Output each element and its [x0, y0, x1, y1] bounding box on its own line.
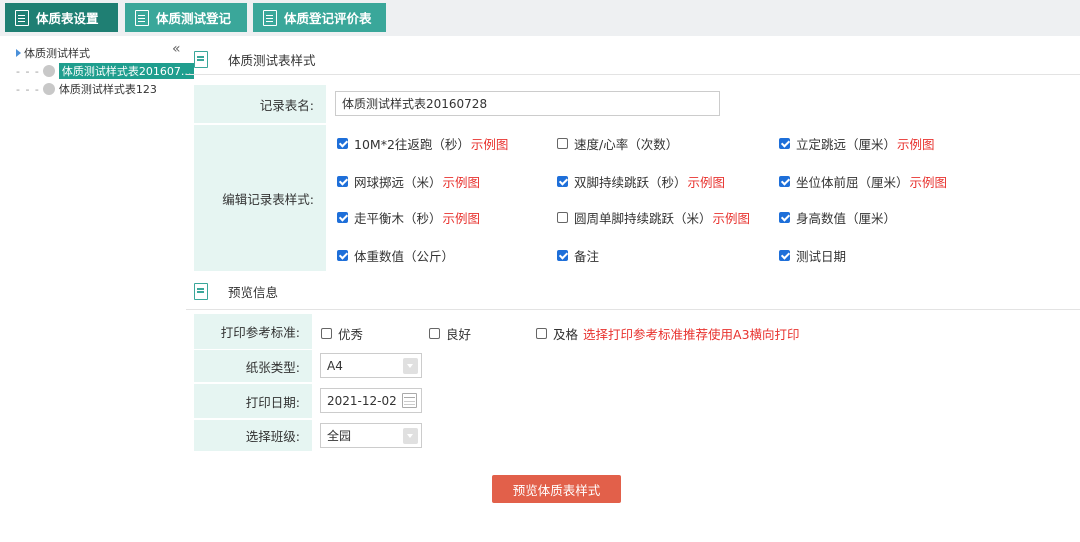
option-tennis-throw[interactable]: 网球掷远（米） 示例图	[337, 172, 480, 191]
document-icon	[135, 9, 149, 26]
checkbox-unchecked[interactable]	[557, 138, 568, 149]
checkbox-checked[interactable]	[337, 250, 348, 261]
tree-item-label: 体质测试样式表123	[58, 83, 157, 96]
expand-arrow-icon[interactable]	[16, 49, 21, 57]
chevron-down-icon[interactable]	[403, 358, 418, 374]
class-select-label: 选择班级:	[194, 420, 312, 451]
section-title: 预览信息	[228, 285, 279, 300]
top-tab-bar: 体质表设置 体质测试登记 体质登记评价表	[0, 0, 1080, 36]
document-icon	[194, 51, 208, 68]
option-weight[interactable]: 体重数值（公斤）	[337, 246, 454, 265]
checkbox-checked[interactable]	[337, 212, 348, 223]
record-name-label: 记录表名:	[194, 85, 326, 123]
tab-label: 体质测试登记	[156, 11, 232, 26]
section-header-style: 体质测试表样式	[194, 50, 316, 69]
document-icon	[194, 283, 208, 300]
class-select[interactable]: 全园	[320, 423, 422, 448]
check-document-icon	[263, 9, 277, 26]
example-link[interactable]: 示例图	[897, 134, 935, 153]
sidebar-tree: 体质测试样式 « - - - 体质测试样式表201607... - - - 体质…	[0, 36, 195, 542]
section-title: 体质测试表样式	[228, 53, 316, 68]
chevron-down-icon[interactable]	[403, 428, 418, 444]
section-header-preview: 预览信息	[194, 282, 278, 301]
preview-style-button[interactable]: 预览体质表样式	[492, 475, 621, 503]
checkbox-checked[interactable]	[779, 212, 790, 223]
calendar-icon[interactable]	[402, 393, 417, 408]
checkbox-checked[interactable]	[337, 138, 348, 149]
standard-good[interactable]: 良好	[429, 324, 471, 343]
tab-physique-evaluation[interactable]: 体质登记评价表	[253, 3, 386, 32]
option-shuttle-run[interactable]: 10M*2往返跑（秒） 示例图	[337, 134, 508, 153]
paper-type-label: 纸张类型:	[194, 350, 312, 382]
paper-type-select[interactable]: A4	[320, 353, 422, 378]
standard-excellent[interactable]: 优秀	[321, 324, 363, 343]
checkbox-checked[interactable]	[557, 176, 568, 187]
option-double-foot-jump[interactable]: 双脚持续跳跃（秒） 示例图	[557, 172, 725, 191]
checkbox-checked[interactable]	[779, 176, 790, 187]
option-speed-heart-rate[interactable]: 速度/心率（次数）	[557, 134, 678, 153]
edit-style-label: 编辑记录表样式:	[194, 125, 326, 271]
option-remarks[interactable]: 备注	[557, 246, 599, 265]
option-standing-long-jump[interactable]: 立定跳远（厘米） 示例图	[779, 134, 935, 153]
print-standard-label: 打印参考标准:	[194, 314, 312, 349]
tree-item[interactable]: - - - 体质测试样式表123	[16, 82, 157, 97]
checkbox-checked[interactable]	[779, 250, 790, 261]
record-name-input[interactable]: 体质测试样式表20160728	[335, 91, 720, 116]
print-hint: 选择打印参考标准推荐使用A3横向打印	[583, 327, 800, 342]
tab-label: 体质表设置	[36, 11, 99, 26]
example-link[interactable]: 示例图	[443, 208, 481, 227]
standard-pass[interactable]: 及格 选择打印参考标准推荐使用A3横向打印	[536, 324, 800, 343]
checkbox-checked[interactable]	[557, 250, 568, 261]
option-test-date[interactable]: 测试日期	[779, 246, 846, 265]
checkbox-unchecked[interactable]	[429, 328, 440, 339]
print-date-input[interactable]: 2021-12-02	[320, 388, 422, 413]
checkbox-unchecked[interactable]	[557, 212, 568, 223]
checkbox-unchecked[interactable]	[536, 328, 547, 339]
tab-label: 体质登记评价表	[284, 11, 372, 26]
option-height[interactable]: 身高数值（厘米）	[779, 208, 896, 227]
document-icon	[15, 9, 29, 26]
example-link[interactable]: 示例图	[713, 208, 751, 227]
option-balance-beam[interactable]: 走平衡木（秒） 示例图	[337, 208, 480, 227]
tree-item[interactable]: - - - 体质测试样式表201607...	[16, 63, 195, 79]
checkbox-checked[interactable]	[779, 138, 790, 149]
tab-physique-table-settings[interactable]: 体质表设置	[5, 3, 118, 32]
tab-physique-test-register[interactable]: 体质测试登记	[125, 3, 247, 32]
node-dot-icon	[42, 83, 55, 95]
node-dot-icon	[42, 65, 55, 77]
print-date-label: 打印日期:	[194, 384, 312, 418]
example-link[interactable]: 示例图	[688, 172, 726, 191]
example-link[interactable]: 示例图	[443, 172, 481, 191]
tree-item-label: 体质测试样式表201607...	[58, 63, 195, 79]
checkbox-checked[interactable]	[337, 176, 348, 187]
collapse-sidebar-icon[interactable]: «	[172, 41, 181, 57]
tree-root[interactable]: 体质测试样式	[16, 45, 90, 61]
option-circle-one-foot-jump[interactable]: 圆周单脚持续跳跃（米） 示例图	[557, 208, 750, 227]
option-sit-and-reach[interactable]: 坐位体前屈（厘米） 示例图	[779, 172, 947, 191]
tree-root-label: 体质测试样式	[24, 47, 90, 60]
example-link[interactable]: 示例图	[910, 172, 948, 191]
checkbox-unchecked[interactable]	[321, 328, 332, 339]
example-link[interactable]: 示例图	[471, 134, 509, 153]
